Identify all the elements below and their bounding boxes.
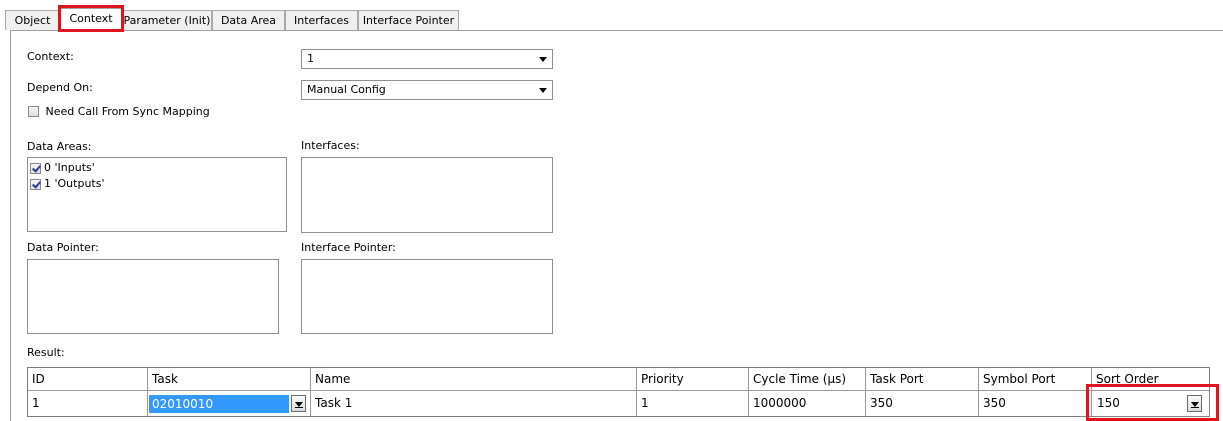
tab-interface-pointer[interactable]: Interface Pointer	[358, 10, 459, 30]
interfaces-label: Interfaces:	[301, 139, 360, 152]
tab-parameter-init[interactable]: Parameter (Init)	[122, 10, 212, 30]
column-header-sort-order[interactable]: Sort Order	[1092, 368, 1209, 391]
interfaces-list[interactable]	[301, 157, 553, 233]
data-pointer-list[interactable]	[27, 259, 279, 334]
data-area-checkbox[interactable]	[30, 178, 41, 190]
data-area-label: 0 'Inputs'	[44, 161, 95, 174]
interface-pointer-list[interactable]	[301, 259, 553, 334]
need-call-checkbox[interactable]	[28, 105, 39, 117]
list-item[interactable]: 0 'Inputs'	[30, 160, 95, 176]
column-header-task[interactable]: Task	[148, 368, 311, 391]
context-select-value: 1	[307, 52, 314, 65]
tab-bar: Object Context Parameter (Init) Data Are…	[0, 0, 1223, 31]
column-header-cycle-time[interactable]: Cycle Time (µs)	[749, 368, 866, 391]
column-header-id[interactable]: ID	[28, 368, 148, 391]
tab-context[interactable]: Context	[60, 8, 122, 31]
table-cell-id[interactable]: 1	[28, 391, 148, 416]
column-header-name[interactable]: Name	[311, 368, 637, 391]
depend-on-label: Depend On:	[27, 81, 93, 94]
table-cell-symbol-port[interactable]: 350	[979, 391, 1092, 416]
data-areas-label: Data Areas:	[27, 140, 92, 153]
depend-on-select[interactable]: Manual Config	[301, 80, 553, 100]
interface-pointer-label: Interface Pointer:	[301, 241, 396, 254]
context-select[interactable]: 1	[301, 49, 553, 69]
task-dropdown-value[interactable]: 02010010	[149, 395, 289, 413]
result-table: ID Task Name Priority Cycle Time (µs) Ta…	[27, 367, 1210, 417]
table-cell-priority[interactable]: 1	[637, 391, 749, 416]
column-header-task-port[interactable]: Task Port	[866, 368, 979, 391]
list-item[interactable]: 1 'Outputs'	[30, 176, 104, 192]
data-areas-list[interactable]: 0 'Inputs' 1 'Outputs'	[27, 157, 287, 232]
table-cell-sort-order[interactable]: 150	[1092, 391, 1209, 416]
table-cell-task[interactable]: 02010010	[148, 391, 311, 416]
column-header-symbol-port[interactable]: Symbol Port	[979, 368, 1092, 391]
table-cell-cycle-time[interactable]: 1000000	[749, 391, 866, 416]
sort-order-value[interactable]: 150	[1097, 391, 1120, 416]
data-area-checkbox[interactable]	[30, 162, 41, 174]
tab-interfaces[interactable]: Interfaces	[285, 10, 358, 30]
task-dropdown-button[interactable]	[291, 395, 306, 412]
result-label: Result:	[27, 346, 65, 359]
need-call-checkbox-row[interactable]: Need Call From Sync Mapping	[28, 104, 210, 118]
data-pointer-label: Data Pointer:	[27, 241, 99, 254]
tab-data-area[interactable]: Data Area	[212, 10, 285, 30]
data-area-label: 1 'Outputs'	[44, 177, 105, 190]
table-cell-name[interactable]: Task 1	[311, 391, 637, 416]
sort-order-dropdown-button[interactable]	[1187, 395, 1202, 412]
tab-object[interactable]: Object	[5, 10, 60, 30]
chevron-down-icon	[539, 88, 547, 93]
need-call-label: Need Call From Sync Mapping	[45, 104, 210, 118]
column-header-priority[interactable]: Priority	[637, 368, 749, 391]
depend-on-select-value: Manual Config	[307, 83, 386, 96]
table-cell-task-port[interactable]: 350	[866, 391, 979, 416]
context-label: Context:	[27, 50, 74, 63]
chevron-down-icon	[539, 57, 547, 62]
